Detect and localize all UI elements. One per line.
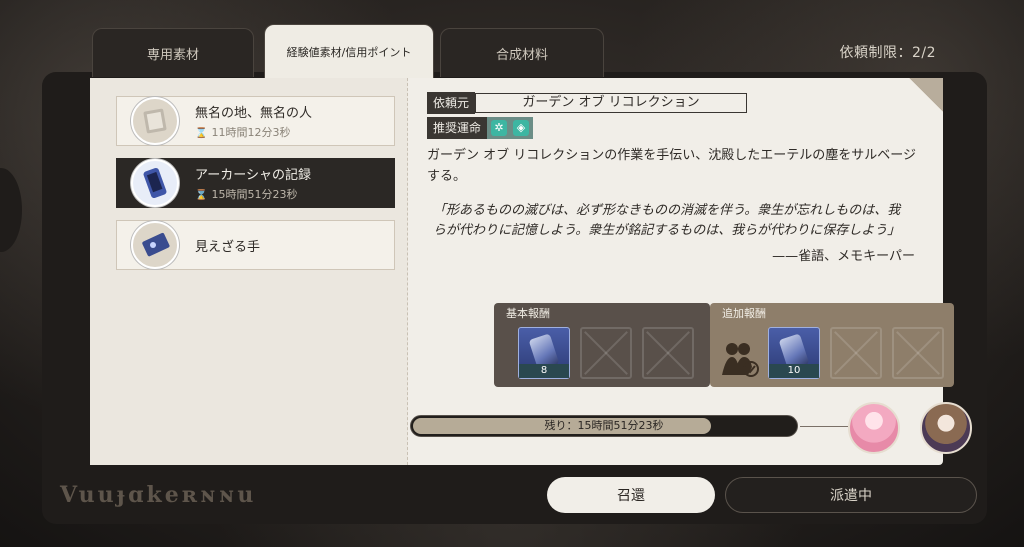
empty-reward-slot xyxy=(642,327,694,379)
mission-name: 無名の地、無名の人 xyxy=(195,106,313,121)
bonus-character-icon xyxy=(720,341,759,377)
mission-quote: 「形あるものの滅びは、必ず形なきものの消滅を伴う。衆生が忘れしものは、我らが代わ… xyxy=(433,203,901,238)
recommended-path-label: 推奨運命 xyxy=(427,117,488,139)
divider xyxy=(800,426,848,427)
mission-detail: 依頼元 ガーデン オブ リコレクション 推奨運命 ✲ ◈ ガーデン オブ リコレ… xyxy=(427,92,927,264)
extra-rewards-label: 追加報酬 xyxy=(722,307,766,320)
reward-count: 10 xyxy=(769,364,819,378)
mission-name: アーカーシャの記録 xyxy=(195,168,311,183)
character-avatar[interactable] xyxy=(848,402,900,454)
mission-item-selected[interactable]: アーカーシャの記録 ⌛ 15時間51分23秒 xyxy=(116,158,395,208)
empty-reward-slot xyxy=(580,327,632,379)
time-remaining-text: 残り：15時間51分23秒 xyxy=(544,419,664,432)
dispatch-quota: 依頼制限：2/2 xyxy=(839,45,936,61)
path-abundance-icon: ✲ xyxy=(491,120,508,136)
base-rewards: 基本報酬 8 xyxy=(494,303,710,387)
quote-author: ——雀語、メモキーパー xyxy=(772,249,915,264)
empty-reward-slot xyxy=(892,327,944,379)
mission-thumbnail xyxy=(131,159,179,207)
client-value: ガーデン オブ リコレクション xyxy=(475,93,748,113)
mission-item[interactable]: 無名の地、無名の人 ⌛ 11時間12分3秒 xyxy=(116,96,395,146)
mission-sheet: 無名の地、無名の人 ⌛ 11時間12分3秒 アーカーシャの記録 ⌛ 15時間51分2… xyxy=(90,78,943,465)
recommended-paths: ✲ ◈ xyxy=(487,117,534,139)
extra-rewards: 追加報酬 10 xyxy=(710,303,954,387)
mission-time: 15時間51分23秒 xyxy=(211,188,298,201)
mission-description: ガーデン オブ リコレクションの作業を手伝い、沈殿したエーテルの塵をサルベージす… xyxy=(427,148,917,184)
client-label: 依頼元 xyxy=(427,92,476,114)
reward-count: 8 xyxy=(519,364,569,378)
empty-reward-slot xyxy=(830,327,882,379)
mission-name: 見えざる手 xyxy=(195,239,261,255)
rewards-panel: 基本報酬 8 追加報酬 10 xyxy=(494,303,954,389)
time-remaining-bar: 残り：15時間51分23秒 xyxy=(410,415,798,437)
reward-slot[interactable]: 8 xyxy=(518,327,570,379)
hourglass-icon: ⌛ xyxy=(195,190,208,201)
tab-exclusive-materials[interactable]: 専用素材 xyxy=(92,28,254,77)
base-rewards-label: 基本報酬 xyxy=(506,307,550,320)
mission-thumbnail xyxy=(131,221,179,269)
mission-thumbnail xyxy=(131,97,179,145)
path-preservation-icon: ◈ xyxy=(513,120,530,136)
dispatching-button[interactable]: 派遣中 xyxy=(725,477,977,513)
decorative-logo: Vuuɟɑkeʀɴɴu xyxy=(60,482,257,508)
mission-item[interactable]: 見えざる手 xyxy=(116,220,395,270)
tab-exp-credits[interactable]: 経験値素材/信用ポイント xyxy=(264,24,434,79)
tab-synthesis-materials[interactable]: 合成材料 xyxy=(440,28,604,77)
recall-button[interactable]: 召還 xyxy=(547,477,715,513)
hourglass-icon: ⌛ xyxy=(195,128,208,139)
mission-time: 11時間12分3秒 xyxy=(211,126,291,139)
reward-slot[interactable]: 10 xyxy=(768,327,820,379)
character-avatar[interactable] xyxy=(920,402,972,454)
